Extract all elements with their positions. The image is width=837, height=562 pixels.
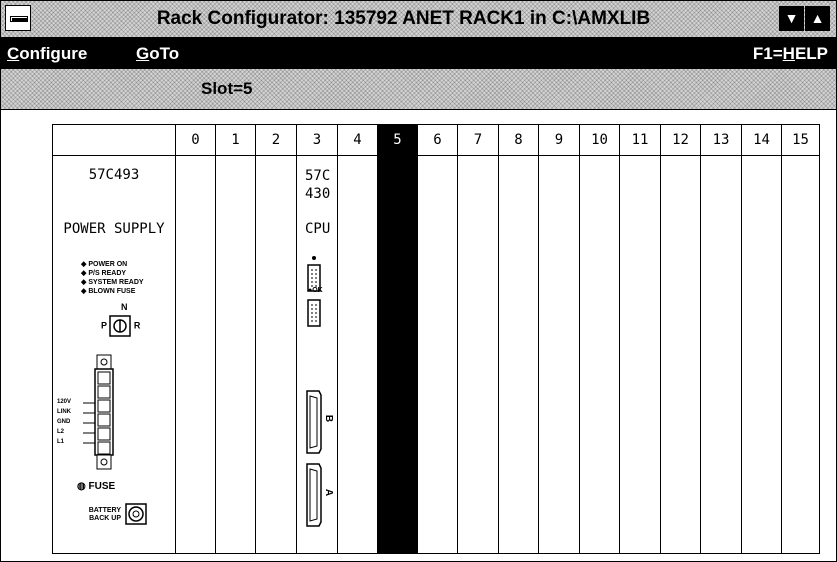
menu-goto[interactable]: GoTo: [136, 38, 179, 69]
fuse-indicator: ◍ FUSE: [77, 481, 115, 492]
cpu-type: CPU: [305, 221, 331, 237]
menu-configure[interactable]: Configure: [7, 38, 87, 69]
cpu-model-line2: 430: [305, 186, 331, 202]
terminal-label-link: LINK: [57, 409, 71, 415]
switch-p-label: P: [101, 320, 107, 331]
slot-header-8: 8: [499, 125, 538, 156]
slot-12[interactable]: 12: [661, 125, 701, 553]
help-shortcut[interactable]: F1=HELP: [753, 38, 828, 69]
led-system-ready: SYSTEM READY: [81, 278, 143, 287]
slot-header-14: 14: [742, 125, 781, 156]
cpu-port-a-icon: [306, 463, 322, 527]
slot-header-0: 0: [176, 125, 215, 156]
status-bar: Slot=5: [1, 69, 836, 110]
slot-14[interactable]: 14: [742, 125, 782, 553]
slot-header-10: 10: [580, 125, 619, 156]
window-title: Rack Configurator: 135792 ANET RACK1 in …: [156, 8, 651, 29]
terminal-labels: 120V LINK GND L2 L1: [57, 397, 71, 447]
switch-n-label: N: [121, 302, 128, 312]
help-key: F1=: [752, 44, 783, 63]
power-supply-model: 57C493: [88, 167, 140, 183]
cpu-port-a-label: A: [323, 488, 335, 497]
power-supply-header: [53, 125, 175, 156]
battery-label-1: BATTERY: [88, 507, 121, 514]
slot-header-13: 13: [701, 125, 741, 156]
menu-goto-label: oTo: [149, 44, 180, 63]
led-power-on: POWER ON: [81, 260, 144, 269]
cpu-port-2-icon: [307, 299, 321, 327]
menu-configure-label: onfigure: [19, 44, 88, 63]
minimize-button[interactable]: ▼: [779, 6, 804, 31]
terminal-label-120v: 120V: [57, 399, 72, 405]
slot-header-15: 15: [782, 125, 819, 156]
led-ps-ready: P/S READY: [81, 269, 144, 278]
battery-label-2: BACK UP: [89, 515, 121, 522]
slot-8[interactable]: 8: [499, 125, 539, 553]
slot-4[interactable]: 4: [338, 125, 378, 553]
slot-header-7: 7: [458, 125, 498, 156]
slot-13[interactable]: 13: [701, 125, 742, 553]
cpu-ok-led: ●OK: [308, 287, 323, 294]
selected-slot-label: Slot=5: [201, 79, 253, 98]
menu-configure-mnemonic: C: [7, 44, 20, 63]
terminal-label-l2: L2: [57, 429, 65, 435]
slot-10[interactable]: 10: [580, 125, 620, 553]
slot-header-1: 1: [216, 125, 255, 156]
slot-header-5: 5: [378, 125, 417, 156]
menu-goto-mnemonic: G: [136, 44, 150, 63]
led-blown-fuse: BLOWN FUSE: [81, 287, 144, 296]
power-supply-leds: POWER ON P/S READY SYSTEM READY BLOWN FU…: [81, 260, 144, 296]
slot-1[interactable]: 1: [216, 125, 256, 553]
slot-header-11: 11: [620, 125, 660, 156]
slot-9[interactable]: 9: [539, 125, 580, 553]
power-supply-name: POWER SUPPLY: [63, 221, 165, 237]
slot-header-6: 6: [418, 125, 457, 156]
slot-11[interactable]: 11: [620, 125, 661, 553]
slot-5-selected[interactable]: 5: [378, 125, 418, 553]
cpu-model-line1: 57C: [305, 168, 331, 184]
system-menu-icon[interactable]: [5, 5, 31, 31]
terminal-label-gnd: GND: [57, 419, 71, 425]
slot-7[interactable]: 7: [458, 125, 499, 553]
help-mnemonic: H: [782, 44, 795, 63]
slot-15[interactable]: 15: [782, 125, 819, 553]
maximize-button[interactable]: ▲: [805, 6, 830, 31]
terminal-label-l1: L1: [57, 439, 65, 445]
rotary-switch-icon: [109, 315, 132, 337]
cpu-port-b-icon: [306, 390, 322, 454]
slot-2[interactable]: 2: [256, 125, 297, 553]
slot-header-12: 12: [661, 125, 700, 156]
rack-configurator-window: Rack Configurator: 135792 ANET RACK1 in …: [0, 0, 837, 562]
slot-0[interactable]: 0: [176, 125, 216, 553]
slot-header-3: 3: [297, 125, 337, 156]
fuse-icon: ◍: [77, 481, 86, 492]
switch-r-label: R: [133, 320, 141, 331]
battery-connector-icon: [125, 503, 147, 525]
mode-switch: P R: [101, 315, 140, 337]
slot-header-9: 9: [539, 125, 579, 156]
rack-area: 57C493 POWER SUPPLY POWER ON P/S READY S…: [1, 110, 836, 561]
rack: 57C493 POWER SUPPLY POWER ON P/S READY S…: [52, 124, 820, 554]
fuse-label: FUSE: [88, 481, 116, 492]
cpu-ok-label: OK: [312, 287, 323, 294]
slot-header-4: 4: [338, 125, 377, 156]
menu-bar: Configure GoTo F1=HELP: [1, 38, 836, 69]
title-bar[interactable]: Rack Configurator: 135792 ANET RACK1 in …: [1, 1, 836, 38]
cpu-model: 57C 430: [305, 167, 330, 203]
slot-6[interactable]: 6: [418, 125, 458, 553]
cpu-port-b-label: B: [323, 414, 335, 423]
power-supply-column[interactable]: 57C493 POWER SUPPLY POWER ON P/S READY S…: [53, 125, 176, 553]
slot-header-2: 2: [256, 125, 296, 156]
help-label: ELP: [794, 44, 828, 63]
slot-3[interactable]: 3 57C 430 CPU ●OK B A: [297, 125, 338, 553]
